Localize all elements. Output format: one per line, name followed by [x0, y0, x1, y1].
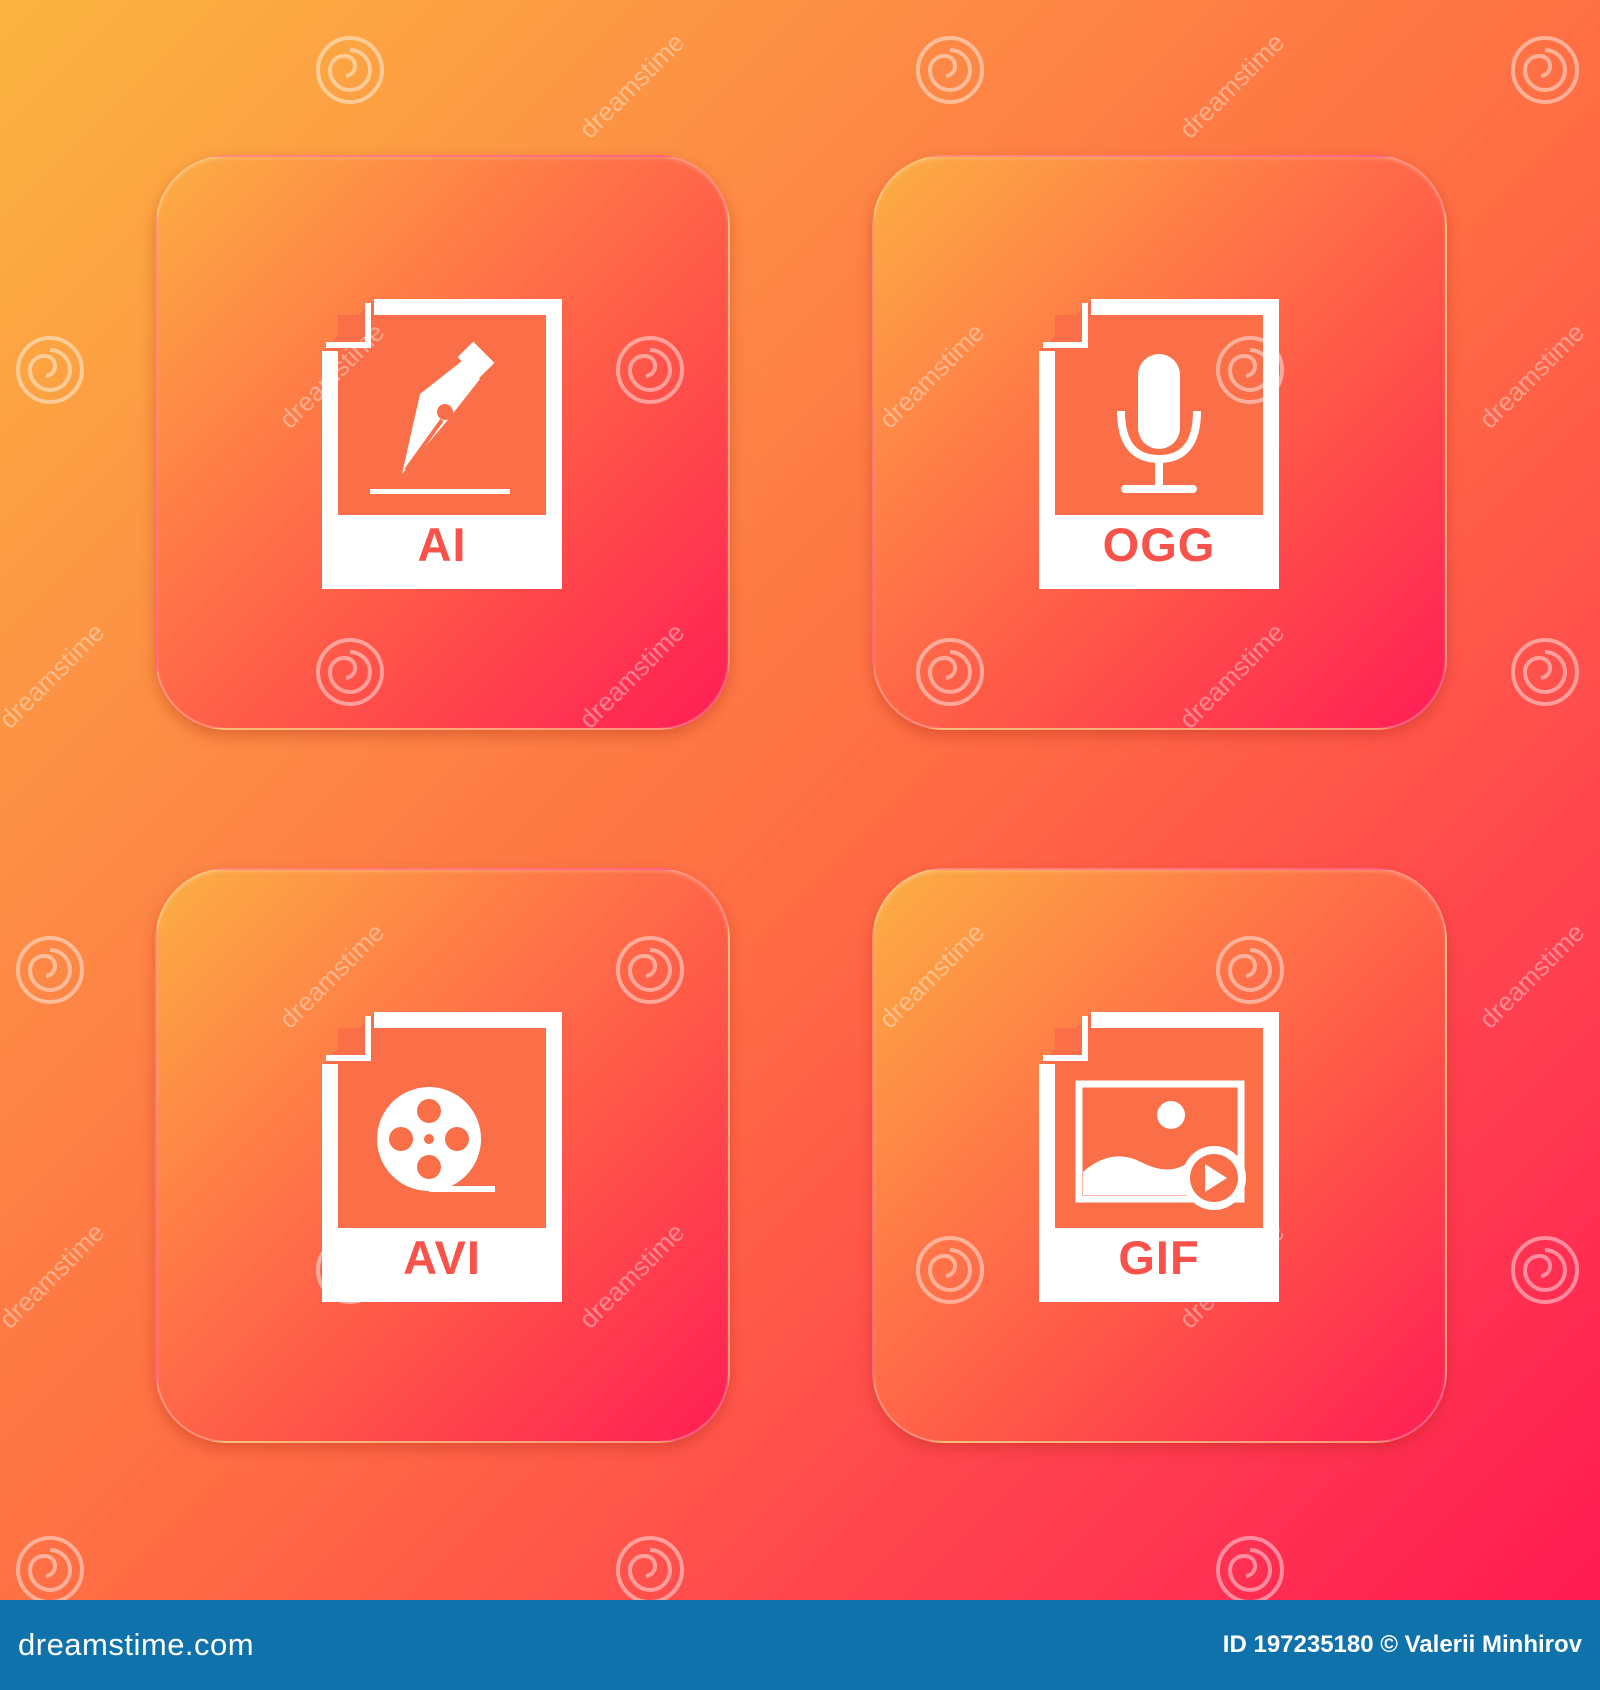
svg-text:dreamstime: dreamstime: [1473, 317, 1590, 434]
avi-file-tile[interactable]: AVI: [155, 868, 730, 1443]
stock-image: AI OGG AVI GIF dreamstime dreamstime dre…: [0, 0, 1600, 1690]
svg-text:dreamstime: dreamstime: [1473, 917, 1590, 1034]
gif-file-tile[interactable]: GIF: [872, 868, 1447, 1443]
svg-text:dreamstime: dreamstime: [0, 1217, 110, 1334]
svg-text:dreamstime: dreamstime: [1173, 27, 1290, 144]
footer-bar: dreamstime.com ID 197235180 © Valerii Mi…: [0, 1600, 1600, 1690]
gif-file-icon: GIF: [1039, 1012, 1279, 1302]
gif-label: GIF: [1118, 1231, 1200, 1284]
ai-label: AI: [417, 518, 467, 571]
footer-site[interactable]: dreamstime.com: [18, 1600, 254, 1690]
svg-text:dreamstime: dreamstime: [0, 617, 110, 734]
ai-file-icon: AI: [322, 299, 562, 589]
ogg-label: OGG: [1102, 518, 1216, 571]
avi-label: AVI: [403, 1231, 481, 1284]
ai-file-tile[interactable]: AI: [155, 155, 730, 730]
svg-text:dreamstime: dreamstime: [573, 27, 690, 144]
icon-set-artwork: AI OGG AVI GIF dreamstime dreamstime dre…: [0, 0, 1600, 1600]
ogg-file-icon: OGG: [1039, 299, 1279, 589]
footer-credit: ID 197235180 © Valerii Minhirov: [1222, 1631, 1582, 1658]
avi-file-icon: AVI: [322, 1012, 562, 1302]
ogg-file-tile[interactable]: OGG: [872, 155, 1447, 730]
